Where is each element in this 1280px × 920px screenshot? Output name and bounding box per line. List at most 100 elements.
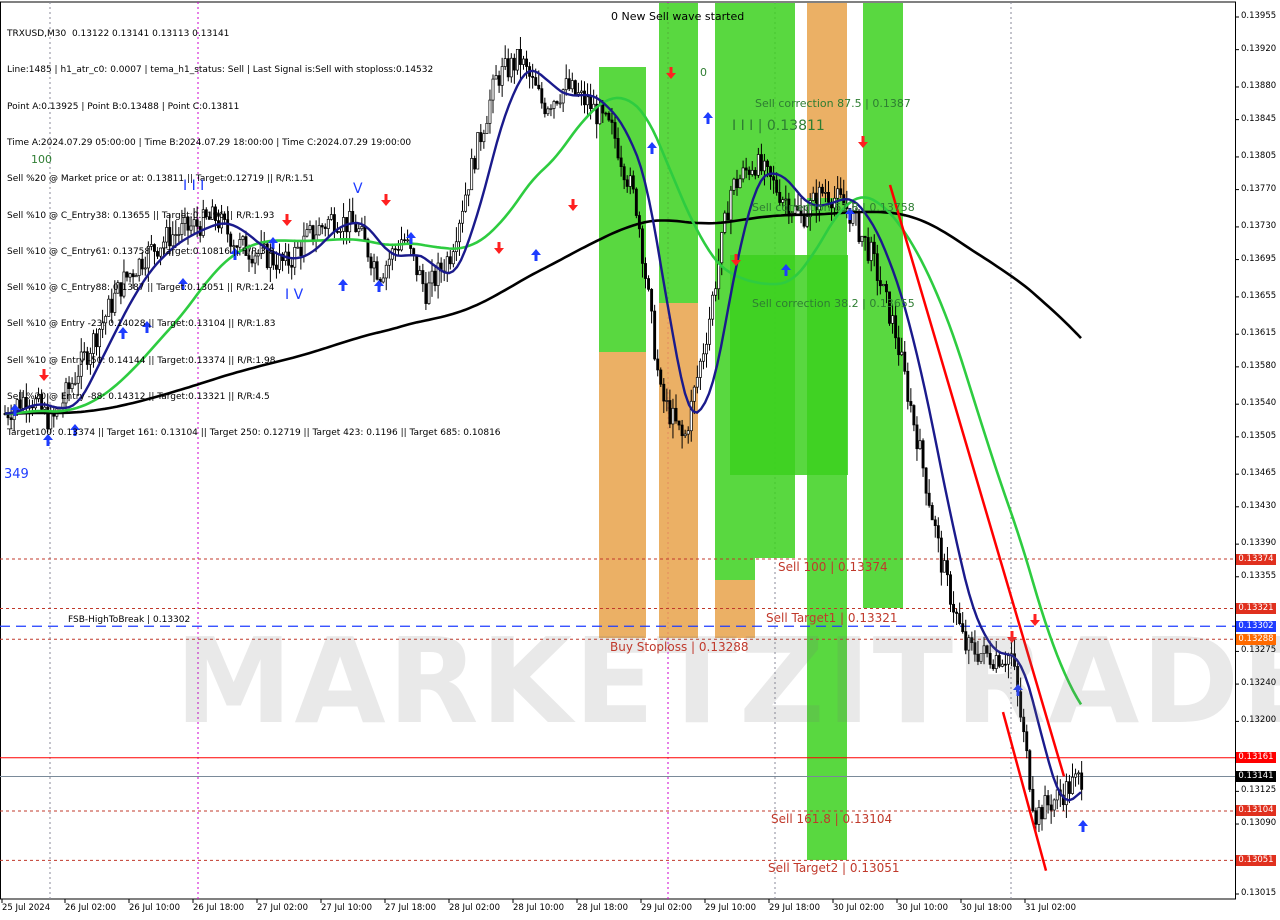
candle-body (540, 88, 544, 104)
watermark: MARKETZITRADE (175, 612, 1280, 750)
candle-body (1071, 776, 1074, 794)
info-line: Sell %10 @ Entry -50: 0.14144 || Target:… (7, 355, 276, 366)
candle-body (711, 294, 715, 320)
price-tick-label: 0.13275 (1241, 645, 1277, 656)
candle-body (631, 175, 635, 190)
candle-body (836, 188, 840, 199)
indicator-info-panel: TRXUSD,M30 0.13122 0.13141 0.13113 0.131… (7, 4, 501, 451)
candle-body (656, 358, 660, 371)
info-line: Sell %10 @ Entry -23: 0.14028 || Target:… (7, 319, 276, 330)
signal-zone (599, 352, 646, 638)
candle-body (1077, 772, 1081, 775)
candle-body (766, 160, 769, 167)
price-tick-label: 0.13090 (1241, 818, 1277, 829)
candle-body (692, 386, 696, 402)
candle-body (878, 280, 882, 287)
price-tick-label: 0.13200 (1241, 715, 1277, 726)
price-tick-label: 0.13015 (1241, 888, 1277, 898)
candle-body (701, 353, 705, 362)
price-tag: 0.13141 (1236, 770, 1276, 782)
candle-body (900, 351, 904, 356)
candle-body (927, 492, 931, 506)
wave-iv-label: I V (285, 287, 304, 303)
candle-body (522, 58, 525, 65)
candle-body (1055, 789, 1059, 801)
candle-body (586, 96, 590, 106)
candle-body (708, 318, 712, 345)
price-tick-label: 0.13845 (1241, 113, 1277, 124)
candle-body (576, 92, 580, 95)
candle-body (628, 175, 632, 187)
candle-body (671, 407, 675, 425)
candle-body (1040, 807, 1044, 820)
price-tag: 0.13374 (1236, 553, 1276, 565)
candle-body (680, 424, 684, 437)
candle-body (897, 337, 901, 356)
price-tag: 0.13302 (1236, 620, 1276, 632)
price-tick-label: 0.13770 (1241, 183, 1277, 194)
time-tick-label: 30 Jul 02:00 (833, 903, 884, 913)
fsb-label: FSB-HighToBreak | 0.13302 (68, 615, 191, 625)
candle-body (924, 467, 928, 494)
candle-body (604, 112, 608, 115)
candle-body (942, 560, 946, 573)
candle-body (881, 284, 885, 287)
candle-body (912, 405, 916, 426)
candle-body (762, 160, 766, 172)
candle-body (555, 101, 559, 104)
candle-body (952, 603, 956, 613)
candle-body (863, 235, 867, 238)
chart-window[interactable]: { "header": { "symbol_line": "TRXUSD,M30… (0, 0, 1280, 920)
candle-body (784, 198, 788, 201)
candle-body (531, 75, 535, 78)
candle-body (552, 101, 556, 109)
time-tick-label: 27 Jul 18:00 (385, 903, 436, 913)
info-line: Point A:0.13925 | Point B:0.13488 | Poin… (7, 101, 240, 112)
info-line: Line:1485 | h1_atr_c0: 0.0007 | tema_h1_… (7, 65, 434, 76)
candle-body (894, 315, 898, 339)
price-tick-label: 0.13655 (1241, 290, 1277, 301)
candle-body (891, 315, 895, 324)
candle-body (546, 108, 550, 115)
candle-body (1043, 795, 1047, 820)
candle-body (589, 96, 593, 110)
label-100: 100 (31, 153, 52, 166)
candle-body (820, 186, 824, 194)
candle-body (915, 424, 919, 450)
point-c-label: I I I | 0.13811 (732, 118, 825, 134)
info-line: Target100: 0.13374 || Target 161: 0.1310… (7, 428, 501, 439)
price-tag: 0.13288 (1236, 633, 1276, 645)
candle-body (930, 505, 934, 521)
candle-body (509, 57, 513, 78)
candle-body (933, 519, 937, 526)
candle-body (525, 58, 529, 67)
candle-body (1046, 795, 1050, 806)
price-tick-label: 0.13505 (1241, 430, 1277, 441)
time-tick-label: 28 Jul 18:00 (577, 903, 628, 913)
price-tag: 0.13321 (1236, 603, 1276, 614)
time-tick-label: 29 Jul 18:00 (769, 903, 820, 913)
candle-body (543, 102, 547, 115)
price-tick-label: 0.13540 (1241, 398, 1277, 409)
candle-body (665, 400, 669, 402)
candle-body (866, 237, 870, 261)
candle-body (1080, 772, 1084, 790)
candle-body (573, 80, 577, 95)
candle-body (503, 58, 507, 67)
sell-correction-61-label: Sell correction 61.8 | 0.13758 (752, 201, 915, 214)
time-tick-label: 29 Jul 10:00 (705, 903, 756, 913)
candle-body (714, 288, 718, 296)
candle-body (857, 211, 861, 242)
candle-body (653, 310, 657, 360)
price-tick-label: 0.13390 (1241, 538, 1277, 549)
signal-zone (659, 3, 698, 303)
price-tick-label: 0.13125 (1241, 785, 1277, 796)
candle-body (1074, 773, 1077, 778)
candle-body (720, 232, 724, 264)
candle-body (558, 102, 562, 105)
candle-body (805, 216, 809, 227)
candle-body (1037, 807, 1041, 825)
candle-body (610, 119, 614, 123)
candle-body (564, 78, 568, 91)
candle-body (735, 178, 739, 189)
